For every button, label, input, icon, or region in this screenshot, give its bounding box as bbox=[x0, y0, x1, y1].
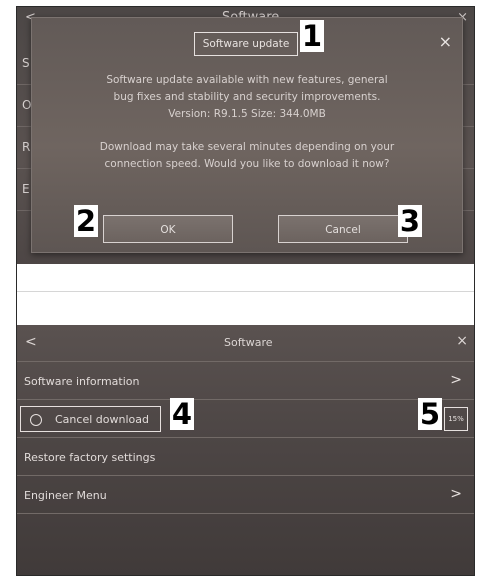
software-header: < Software × bbox=[17, 325, 474, 361]
separator-gap bbox=[17, 264, 474, 325]
list-item-label: Restore factory settings bbox=[24, 451, 156, 464]
screenshot-frame: < Software × S O R E Software update × S… bbox=[16, 6, 475, 576]
loading-spinner-icon bbox=[30, 414, 42, 426]
back-icon[interactable]: < bbox=[25, 334, 37, 350]
callout-1: 1 bbox=[300, 19, 324, 53]
update-description: Software update available with new featu… bbox=[106, 74, 388, 120]
callout-2: 2 bbox=[74, 204, 98, 238]
callout-5: 5 bbox=[418, 397, 442, 431]
cancel-download-button[interactable]: Cancel download bbox=[20, 406, 161, 432]
close-icon[interactable]: × bbox=[456, 333, 468, 349]
restore-factory-settings-item[interactable]: Restore factory settings bbox=[17, 437, 474, 476]
list-item-label: Engineer Menu bbox=[24, 489, 107, 502]
page-title: Software bbox=[224, 336, 273, 349]
callout-3: 3 bbox=[398, 204, 422, 238]
cancel-button[interactable]: Cancel bbox=[278, 215, 408, 243]
divider bbox=[17, 291, 474, 292]
dialog-title: Software update bbox=[194, 32, 298, 56]
software-screen: < Software × Software information > Canc… bbox=[17, 325, 474, 575]
close-icon[interactable]: × bbox=[439, 32, 452, 51]
cancel-download-item: Cancel download 15% bbox=[17, 399, 474, 438]
engineer-menu-item[interactable]: Engineer Menu > bbox=[17, 475, 474, 514]
cancel-download-label: Cancel download bbox=[55, 413, 149, 426]
empty-row bbox=[17, 513, 474, 575]
chevron-right-icon: > bbox=[450, 372, 462, 388]
download-progress: 15% bbox=[444, 407, 468, 431]
chevron-right-icon: > bbox=[450, 486, 462, 502]
ok-button[interactable]: OK bbox=[103, 215, 233, 243]
list-item-label: Software information bbox=[24, 375, 140, 388]
dialog-message: Software update available with new featu… bbox=[32, 72, 462, 189]
callout-4: 4 bbox=[170, 397, 194, 431]
software-information-item[interactable]: Software information > bbox=[17, 361, 474, 400]
download-question: Download may take several minutes depend… bbox=[99, 141, 395, 170]
